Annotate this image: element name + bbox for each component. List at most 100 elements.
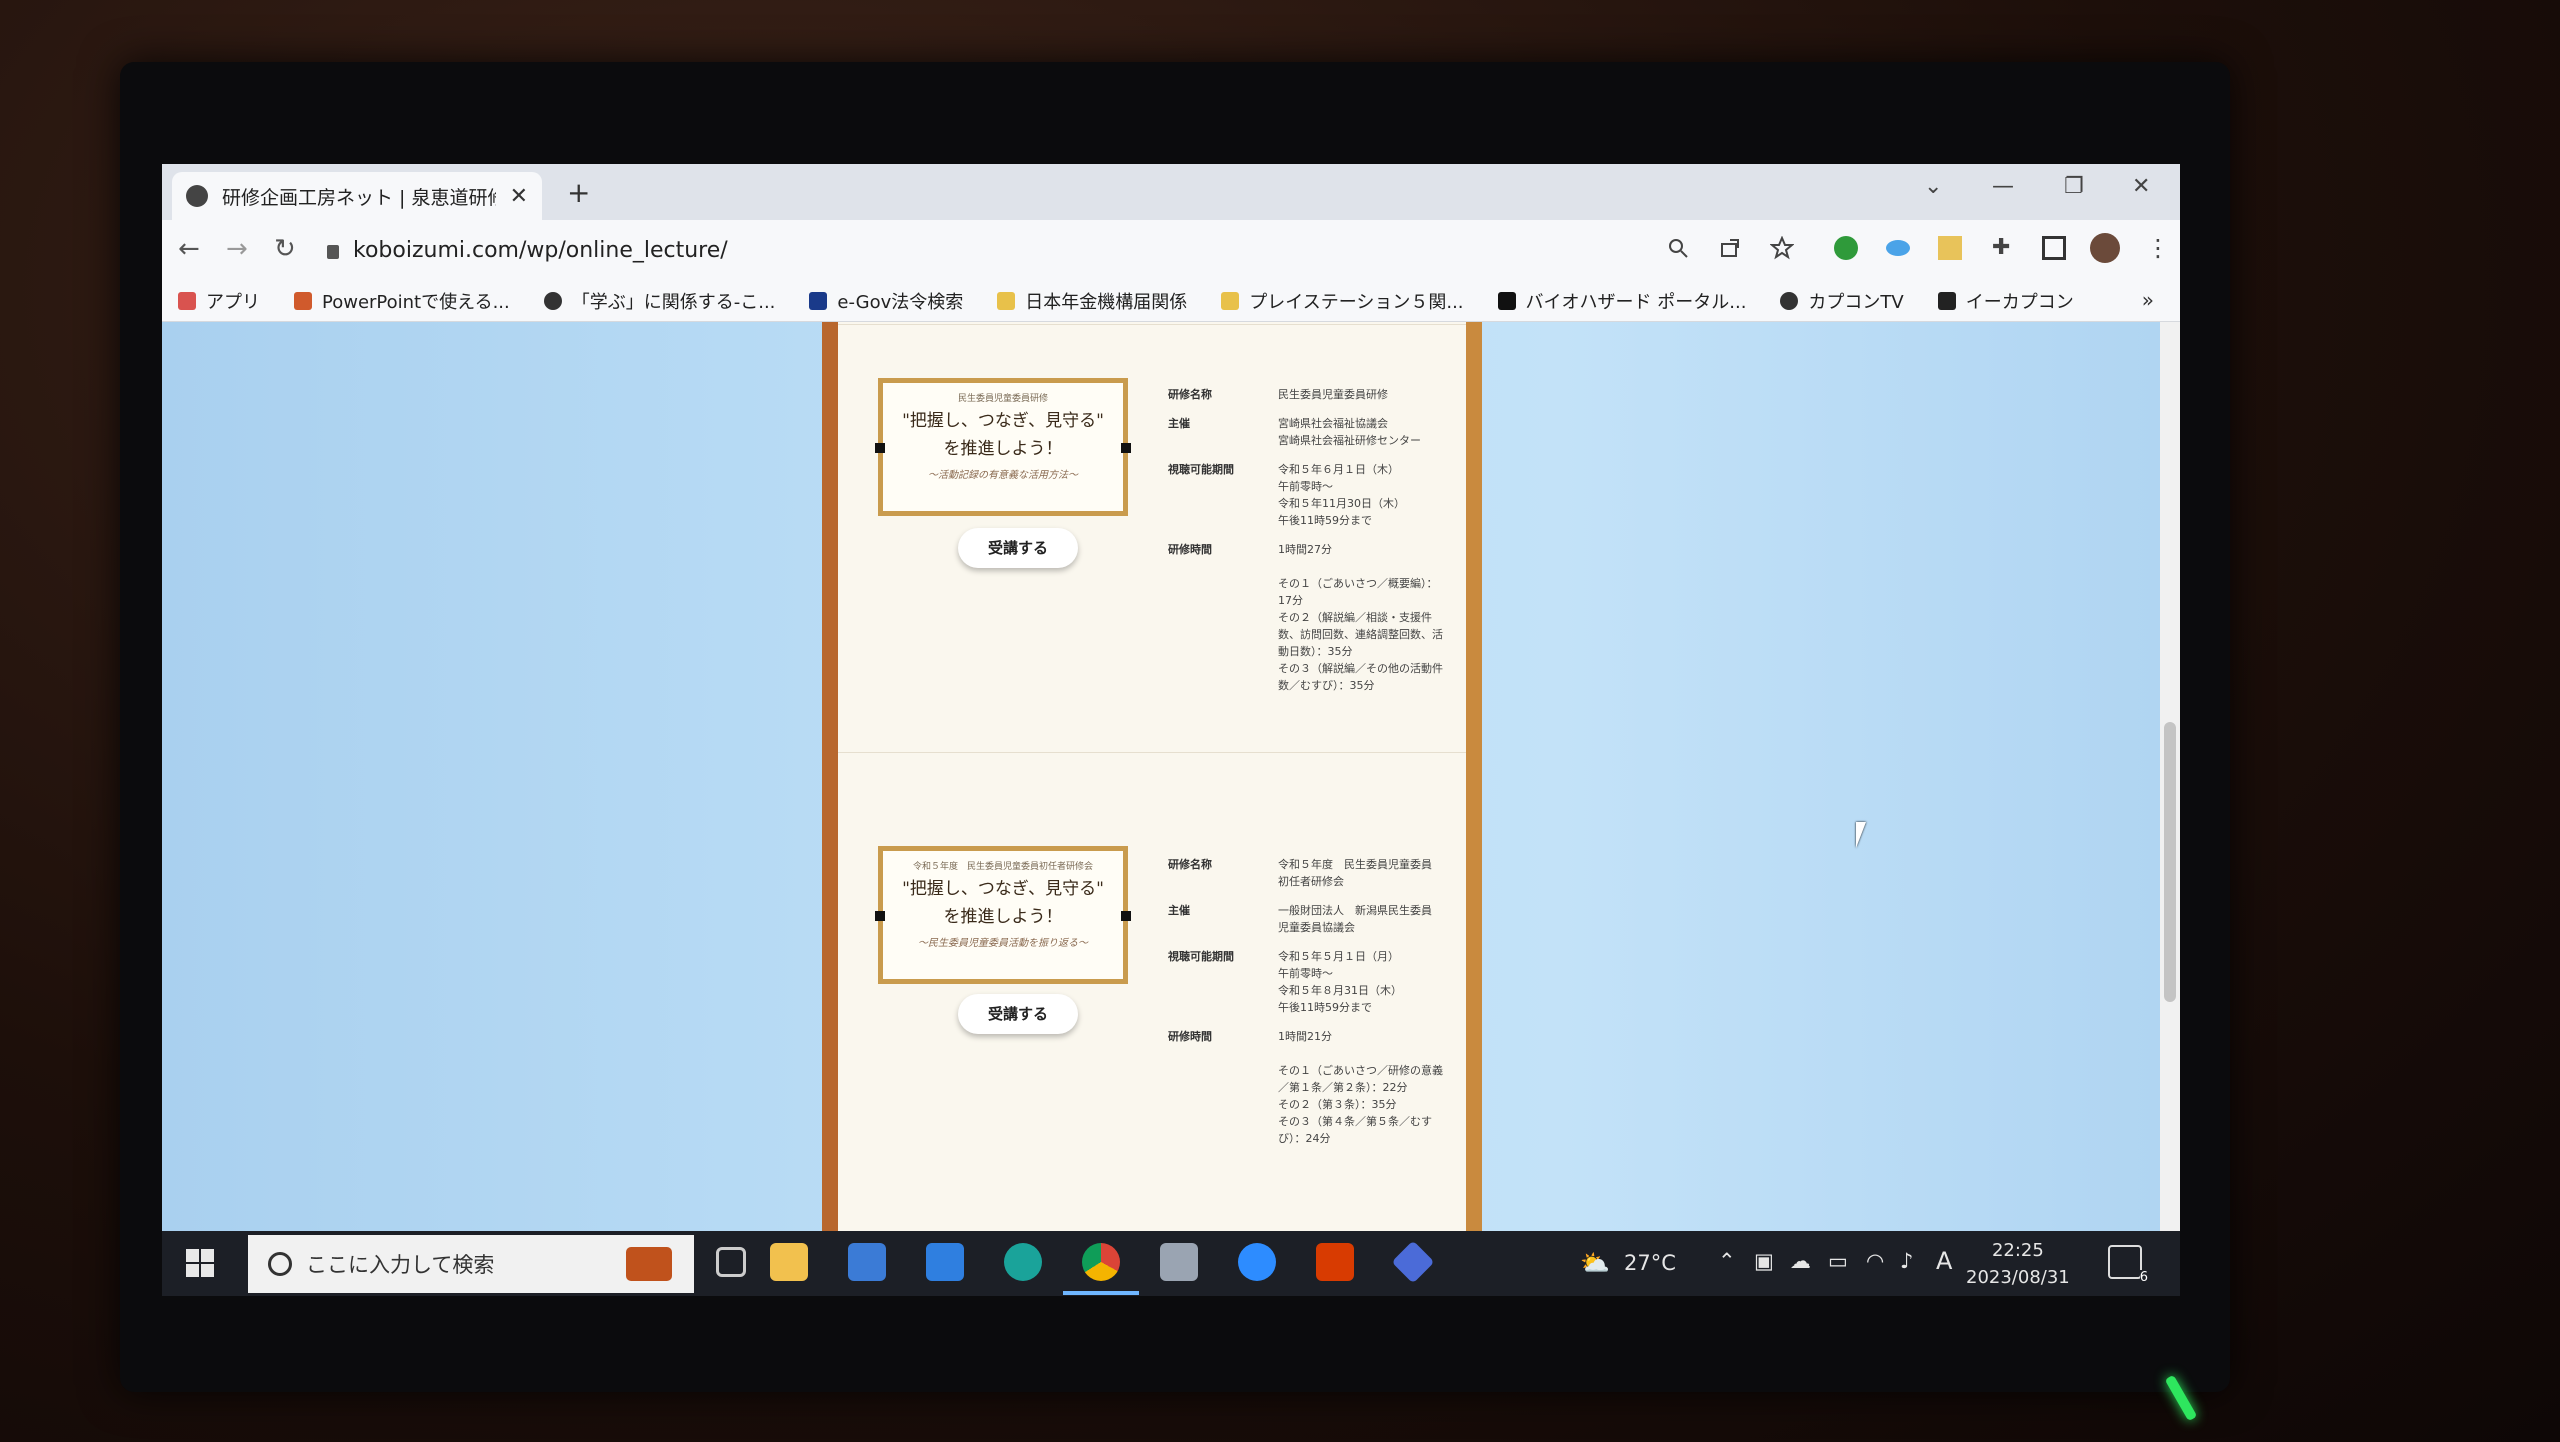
ime-indicator[interactable]: A: [1936, 1247, 1952, 1275]
cloud-extension-icon[interactable]: [1886, 240, 1910, 256]
notification-center-icon[interactable]: 6: [2108, 1245, 2148, 1285]
file-explorer-icon[interactable]: [770, 1243, 808, 1281]
notification-count: 6: [2139, 1270, 2148, 1285]
globe-icon: [543, 291, 562, 310]
enroll-button[interactable]: 受講する: [958, 994, 1078, 1034]
battery-icon[interactable]: ▭: [1828, 1249, 1848, 1273]
menu-kebab-icon[interactable]: ⋮: [2146, 236, 2170, 260]
powerpoint-icon: [294, 291, 312, 310]
url-text[interactable]: koboizumi.com/wp/online_lecture/: [353, 238, 728, 263]
zoom-icon[interactable]: [1666, 236, 1690, 260]
side-panel-icon[interactable]: [2042, 236, 2066, 260]
info-row: 研修時間 1時間27分 その１（ごあいさつ／概要編）：17分 その２（解説編／相談…: [1168, 541, 1448, 694]
info-value: 1時間27分 その１（ごあいさつ／概要編）：17分 その２（解説編／相談・支援件…: [1278, 543, 1443, 692]
resize-handle[interactable]: [875, 443, 885, 453]
info-value: 令和５年度 民生委員児童委員 初任者研修会: [1278, 858, 1432, 888]
info-label: 主催: [1168, 904, 1190, 917]
address-bar[interactable]: koboizumi.com/wp/online_lecture/: [327, 228, 1527, 272]
back-icon[interactable]: ←: [178, 234, 200, 264]
page-scrollbar[interactable]: [2160, 322, 2180, 1231]
info-value: 令和５年６月１日（木） 午前零時〜 令和５年11月30日（木） 午後11時59分…: [1278, 463, 1405, 527]
zoom-icon[interactable]: [1238, 1243, 1276, 1281]
bookmark-label: 日本年金機構届関係: [1025, 291, 1188, 313]
info-row: 主催 一般財団法人 新潟県民生委員 児童委員協議会: [1168, 902, 1448, 936]
bookmark-egov[interactable]: e-Gov法令検索: [809, 288, 963, 314]
info-label: 研修時間: [1168, 1030, 1212, 1043]
bookmark-apps[interactable]: アプリ: [178, 288, 260, 314]
briefcase-icon[interactable]: [626, 1247, 672, 1281]
divider: [838, 752, 1466, 753]
bookmarks-bar: アプリ PowerPointで使える... 「学ぶ」に関係する-こ... e-G…: [162, 280, 2180, 322]
biohazard-icon: [1497, 291, 1516, 310]
close-window-button[interactable]: ✕: [2132, 174, 2150, 199]
bookmark-powerpoint[interactable]: PowerPointで使える...: [294, 288, 510, 314]
bookmark-manabu[interactable]: 「学ぶ」に関係する-こ...: [543, 288, 776, 314]
onedrive-icon[interactable]: ☁: [1790, 1249, 1811, 1273]
banner-title-line1: "把握し、つなぎ、見守る": [902, 411, 1104, 431]
meet-icon[interactable]: ▣: [1754, 1249, 1774, 1273]
banner-subtitle: 〜民生委員児童委員活動を振り返る〜: [918, 938, 1088, 949]
weather-icon[interactable]: ⛅: [1580, 1249, 1610, 1277]
temperature[interactable]: 27°C: [1624, 1251, 1676, 1275]
browser-toolbar: ← → ↻ koboizumi.com/wp/online_lecture/ ✚…: [162, 220, 2180, 280]
wifi-icon[interactable]: ◠: [1866, 1249, 1884, 1273]
extensions-puzzle-icon[interactable]: ✚: [1992, 236, 2016, 260]
bookmark-star-icon[interactable]: [1770, 236, 1794, 260]
mail-icon[interactable]: [926, 1243, 964, 1281]
chevron-up-icon[interactable]: ⌃: [1718, 1249, 1736, 1273]
profile-avatar[interactable]: [2090, 233, 2120, 263]
bookmark-label: 「学ぶ」に関係する-こ...: [571, 291, 776, 313]
resize-handle[interactable]: [875, 911, 885, 921]
info-label: 主催: [1168, 417, 1190, 430]
browser-tab[interactable]: 研修企画工房ネット | 泉恵道研修... ✕: [172, 172, 542, 220]
close-tab-icon[interactable]: ✕: [510, 184, 528, 209]
copilot-icon[interactable]: [1391, 1240, 1435, 1284]
info-row: 研修名称 令和５年度 民生委員児童委員 初任者研修会: [1168, 856, 1448, 890]
lecture-info: 研修名称 令和５年度 民生委員児童委員 初任者研修会 主催 一般財団法人 新潟県民生…: [1168, 856, 1448, 1159]
volume-icon[interactable]: ♪: [1900, 1249, 1913, 1273]
lock-icon[interactable]: [327, 245, 339, 259]
windows-start-icon[interactable]: [186, 1249, 214, 1277]
tab-search-icon[interactable]: ⌄: [1924, 174, 1942, 199]
taskbar-search-box[interactable]: ここに入力して検索: [248, 1235, 694, 1293]
office-icon[interactable]: [1316, 1243, 1354, 1281]
bookmark-label: プレイステーション５関...: [1249, 291, 1464, 313]
edge-icon[interactable]: [1004, 1243, 1042, 1281]
resize-handle[interactable]: [1121, 911, 1131, 921]
restore-button[interactable]: ❐: [2064, 174, 2084, 199]
image-extension-icon[interactable]: [1938, 236, 1962, 260]
green-extension-icon[interactable]: [1834, 236, 1858, 260]
bookmarks-more-button[interactable]: »: [2142, 288, 2154, 312]
bookmark-ps5[interactable]: プレイステーション５関...: [1221, 288, 1464, 314]
banner-caption: 令和５年度 民生委員児童委員初任者研修会: [912, 862, 1093, 872]
mouse-cursor: [1856, 822, 1876, 848]
camera-icon[interactable]: [1160, 1243, 1198, 1281]
microsoft-store-icon[interactable]: [848, 1243, 886, 1281]
bookmark-capcomtv[interactable]: カプコンTV: [1780, 288, 1904, 314]
info-label: 研修名称: [1168, 858, 1212, 871]
bookmark-ecapcom[interactable]: イーカプコン: [1937, 288, 2074, 314]
task-view-icon[interactable]: [716, 1247, 746, 1277]
forward-icon[interactable]: →: [226, 234, 248, 264]
scrollbar-thumb[interactable]: [2164, 722, 2176, 1002]
enroll-button[interactable]: 受講する: [958, 528, 1078, 568]
minimize-button[interactable]: —: [1992, 174, 2014, 199]
reload-icon[interactable]: ↻: [274, 234, 296, 264]
lecture-banner[interactable]: 民生委員児童委員研修 "把握し、つなぎ、見守る" を推進しよう！ 〜活動記録の有…: [875, 378, 1131, 516]
bookmark-nenkin[interactable]: 日本年金機構届関係: [997, 288, 1187, 314]
capcom-icon: [1780, 291, 1799, 310]
chrome-icon[interactable]: [1082, 1243, 1120, 1281]
clock-time: 22:25: [1991, 1240, 2044, 1261]
tab-title: 研修企画工房ネット | 泉恵道研修...: [222, 186, 496, 209]
new-tab-button[interactable]: +: [567, 176, 590, 209]
bookmark-biohazard[interactable]: バイオハザード ポータル...: [1497, 288, 1747, 314]
info-label: 視聴可能期間: [1168, 950, 1234, 963]
content-column: 民生委員児童委員研修 "把握し、つなぎ、見守る" を推進しよう！ 〜活動記録の有…: [822, 322, 1482, 1231]
lecture-banner[interactable]: 令和５年度 民生委員児童委員初任者研修会 "把握し、つなぎ、見守る" を推進しよ…: [875, 846, 1131, 984]
info-row: 視聴可能期間 令和５年５月１日（月） 午前零時〜 令和５年８月31日（木） 午後1…: [1168, 948, 1448, 1016]
resize-handle[interactable]: [1121, 443, 1131, 453]
bookmark-label: バイオハザード ポータル...: [1525, 291, 1747, 313]
share-icon[interactable]: [1718, 236, 1742, 260]
clock[interactable]: 22:25 2023/08/31: [1966, 1237, 2070, 1291]
info-row: 主催 宮崎県社会福祉協議会 宮崎県社会福祉研修センター: [1168, 415, 1448, 449]
